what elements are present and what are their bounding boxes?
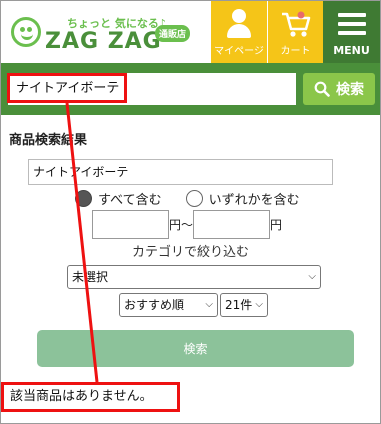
menu-button[interactable]: MENU	[323, 1, 380, 63]
count-select[interactable]: 21件 ⌵	[220, 293, 268, 317]
radio-any-label[interactable]: いずれかを含む	[209, 189, 300, 208]
site-header: ちょっと 気になる♪ ZAG ZAG 通販店 マイページ カート MENU	[1, 1, 380, 63]
chevron-down-icon: ⌵	[255, 299, 263, 310]
annotation-highlight-box	[7, 73, 127, 103]
cart-button[interactable]: カート	[267, 1, 323, 63]
sort-select[interactable]: おすすめ順 ⌵	[119, 293, 218, 317]
mypage-label: マイページ	[214, 46, 264, 57]
price-min-input[interactable]	[92, 209, 169, 239]
keyword-input[interactable]: ナイトアイボーテ	[28, 159, 333, 185]
price-min-suffix: 円～	[169, 217, 194, 232]
cart-icon	[282, 11, 311, 37]
price-max-suffix: 円	[270, 217, 283, 232]
cart-label: カート	[280, 46, 311, 57]
submit-search-label: 検索	[183, 342, 208, 356]
site-logo[interactable]: ちょっと 気になる♪ ZAG ZAG 通販店	[7, 7, 207, 57]
count-select-value: 21件	[225, 298, 253, 312]
search-icon	[314, 81, 330, 97]
sort-select-value: おすすめ順	[124, 298, 185, 312]
logo-badge: 通販店	[155, 25, 191, 42]
radio-all-label[interactable]: すべて含む	[98, 189, 162, 208]
mypage-button[interactable]: マイページ	[211, 1, 267, 63]
search-button[interactable]: 検索	[303, 73, 375, 105]
page-title: 商品検索結果	[9, 133, 88, 148]
radio-any[interactable]	[185, 189, 203, 207]
radio-all[interactable]	[75, 189, 92, 207]
price-range: 円～ 円	[92, 209, 282, 239]
search-button-label: 検索	[336, 82, 364, 98]
logo-name: ZAG ZAG	[45, 29, 162, 54]
match-mode-group: すべて含む いずれかを含む	[75, 187, 324, 209]
person-icon	[227, 9, 251, 39]
category-select[interactable]: 未選択 ⌵	[67, 265, 321, 289]
price-max-input[interactable]	[193, 209, 271, 239]
submit-search-button[interactable]: 検索	[37, 330, 354, 367]
hamburger-menu-icon	[338, 13, 366, 35]
chevron-down-icon: ⌵	[308, 271, 316, 282]
logo-face-icon	[11, 17, 41, 47]
refine-label: カテゴリで絞り込む	[131, 245, 249, 260]
menu-label: MENU	[333, 44, 370, 57]
no-result-message: 該当商品はありません。	[1, 382, 180, 412]
chevron-down-icon: ⌵	[205, 299, 213, 310]
category-select-value: 未選択	[72, 270, 109, 284]
